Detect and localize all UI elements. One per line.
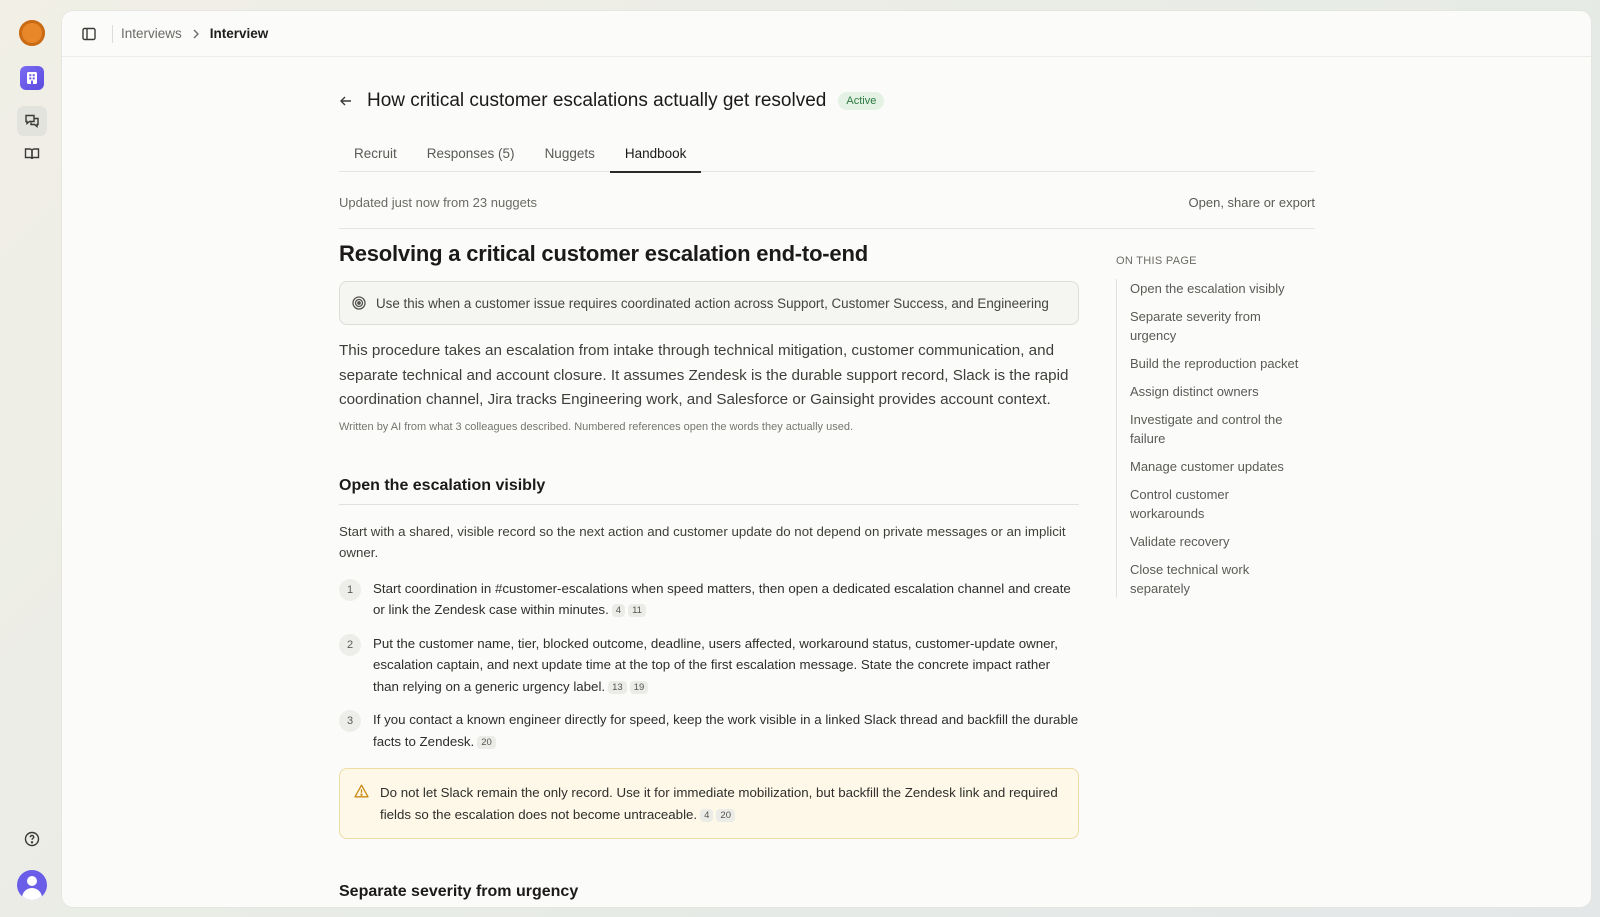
table-of-contents: ON THIS PAGE Open the escalation visibly… bbox=[1116, 255, 1306, 607]
use-case-text: Use this when a customer issue requires … bbox=[376, 295, 1049, 311]
toc-item[interactable]: Validate recovery bbox=[1130, 532, 1306, 551]
reference-chip[interactable]: 20 bbox=[716, 808, 735, 822]
handbook-document: Resolving a critical customer escalation… bbox=[339, 241, 1079, 901]
warning-triangle-icon bbox=[354, 784, 370, 825]
sidebar-toggle-icon[interactable] bbox=[78, 23, 100, 45]
updated-status: Updated just now from 23 nuggets bbox=[339, 195, 538, 210]
section-lead: Start with a shared, visible record so t… bbox=[339, 523, 1066, 561]
step-list: 1 Start coordination in #customer-escala… bbox=[339, 578, 1079, 753]
title-row: How critical customer escalations actual… bbox=[339, 90, 885, 112]
tab-responses[interactable]: Responses (5) bbox=[412, 141, 530, 172]
warning-callout: Do not let Slack remain the only record.… bbox=[339, 768, 1079, 839]
toc-item[interactable]: Build the reproduction packet bbox=[1130, 354, 1306, 373]
workspace-icon[interactable] bbox=[18, 64, 46, 92]
doc-title: Resolving a critical customer escalation… bbox=[339, 241, 868, 266]
step-number: 3 bbox=[339, 710, 361, 732]
main-panel: Interviews Interview How critical custom… bbox=[61, 10, 1592, 908]
arrow-left-icon[interactable] bbox=[339, 93, 355, 109]
app-rail bbox=[0, 0, 62, 917]
app-logo-icon[interactable] bbox=[18, 19, 46, 47]
toc-item[interactable]: Manage customer updates bbox=[1130, 457, 1306, 476]
reference-chip[interactable]: 4 bbox=[611, 604, 626, 617]
reference-chip[interactable]: 4 bbox=[700, 808, 714, 822]
reference-chip[interactable]: 20 bbox=[477, 735, 496, 749]
breadcrumb-interviews[interactable]: Interviews bbox=[121, 26, 182, 41]
section-heading: Open the escalation visibly bbox=[339, 477, 1079, 505]
chat-bubbles-icon[interactable] bbox=[17, 106, 47, 136]
page-title: How critical customer escalations actual… bbox=[367, 90, 827, 111]
toc-item[interactable]: Assign distinct owners bbox=[1130, 382, 1306, 401]
tab-bar: Recruit Responses (5) Nuggets Handbook bbox=[339, 141, 1315, 173]
status-badge: Active bbox=[838, 92, 885, 110]
tab-handbook[interactable]: Handbook bbox=[609, 141, 702, 173]
step-text: Start coordination in #customer-escalati… bbox=[373, 580, 1071, 618]
step-text: Put the customer name, tier, blocked out… bbox=[373, 635, 1058, 694]
doc-intro: This procedure takes an escalation from … bbox=[339, 342, 1069, 408]
toc-title: ON THIS PAGE bbox=[1116, 255, 1197, 267]
use-case-callout: Use this when a customer issue requires … bbox=[339, 281, 1079, 325]
toc-item[interactable]: Close technical work separately bbox=[1130, 560, 1306, 598]
section-heading: Separate severity from urgency bbox=[339, 883, 579, 900]
help-circle-icon[interactable] bbox=[18, 825, 46, 853]
target-icon bbox=[352, 295, 368, 311]
step-item: 3 If you contact a known engineer direct… bbox=[339, 709, 1079, 752]
breadcrumb-current: Interview bbox=[209, 26, 269, 41]
toc-item[interactable]: Separate severity from urgency bbox=[1130, 307, 1306, 345]
toc-list: Open the escalation visibly Separate sev… bbox=[1116, 279, 1306, 598]
tab-nuggets[interactable]: Nuggets bbox=[530, 141, 610, 172]
reference-chip[interactable]: 19 bbox=[629, 680, 649, 694]
top-bar: Interviews Interview bbox=[62, 11, 1591, 57]
step-item: 1 Start coordination in #customer-escala… bbox=[339, 578, 1079, 621]
step-item: 2 Put the customer name, tier, blocked o… bbox=[339, 633, 1079, 698]
chevron-right-icon bbox=[192, 29, 200, 39]
avatar[interactable] bbox=[17, 870, 47, 900]
open-share-export-button[interactable]: Open, share or export bbox=[1189, 195, 1315, 228]
step-number: 1 bbox=[339, 578, 361, 601]
reference-chip[interactable]: 13 bbox=[608, 680, 627, 694]
handbook-meta: Updated just now from 23 nuggets Open, s… bbox=[339, 195, 1315, 229]
book-icon[interactable] bbox=[18, 140, 46, 168]
toc-item[interactable]: Open the escalation visibly bbox=[1130, 279, 1306, 298]
toc-item[interactable]: Investigate and control the failure bbox=[1130, 410, 1306, 448]
divider bbox=[112, 24, 113, 43]
tab-recruit[interactable]: Recruit bbox=[339, 141, 412, 172]
reference-chip[interactable]: 11 bbox=[628, 604, 646, 617]
ai-note: Written by AI from what 3 colleagues des… bbox=[339, 420, 854, 433]
step-number: 2 bbox=[339, 633, 361, 656]
toc-item[interactable]: Control customer workarounds bbox=[1130, 485, 1306, 523]
